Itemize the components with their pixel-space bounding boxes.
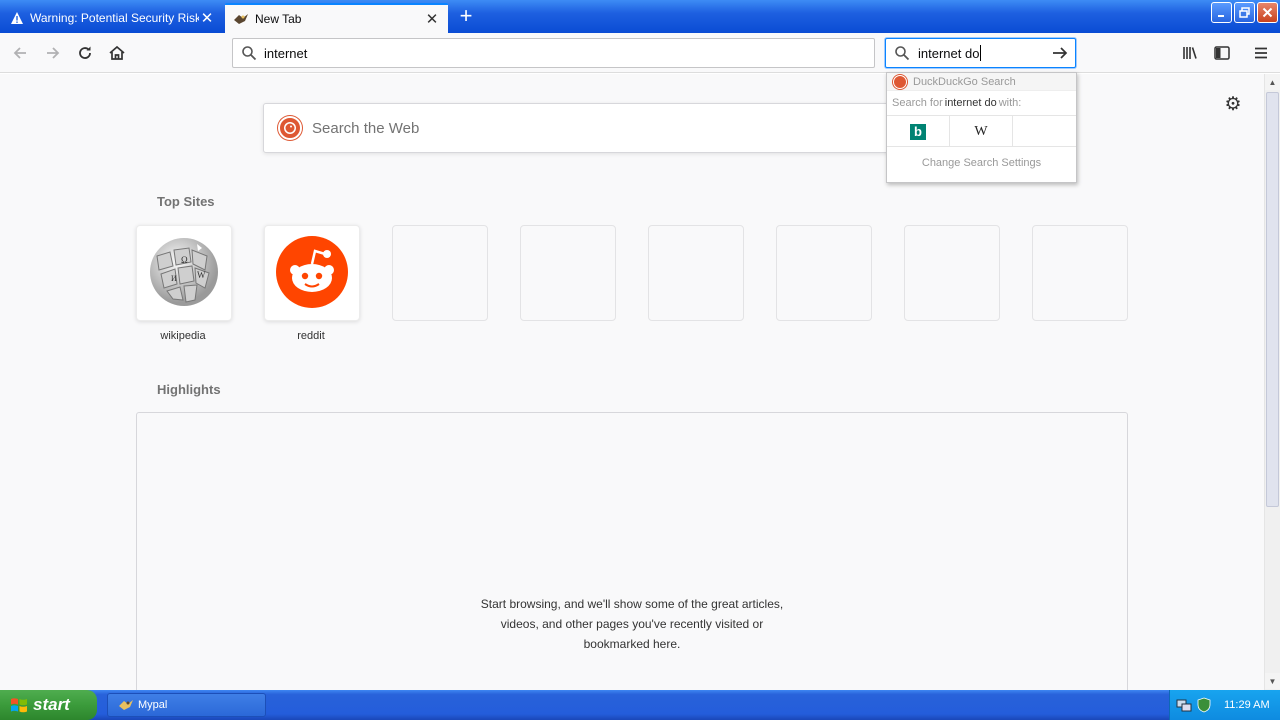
reload-icon: [79, 46, 91, 59]
reload-button[interactable]: [73, 41, 97, 65]
go-arrow-icon[interactable]: [1051, 44, 1069, 62]
top-site-empty: [392, 225, 488, 321]
minimize-button[interactable]: [1211, 2, 1232, 23]
top-site-empty: [1032, 225, 1128, 321]
tab-security-warning[interactable]: Warning: Potential Security Risk A ✕: [2, 3, 223, 33]
home-button[interactable]: [105, 41, 129, 65]
highlights-heading: Highlights: [157, 382, 221, 397]
top-site-empty: [520, 225, 616, 321]
scroll-up-icon[interactable]: ▲: [1265, 74, 1280, 90]
taskbar: start Mypal 11:29 AM: [0, 690, 1280, 720]
navigation-toolbar: internet internet do: [0, 33, 1280, 73]
library-icon: [1183, 47, 1197, 59]
message-line: bookmarked here.: [583, 637, 681, 651]
library-button[interactable]: [1178, 41, 1202, 65]
windows-flag-icon: [11, 698, 27, 713]
gear-icon[interactable]: ⚙: [1223, 95, 1243, 115]
duckduckgo-icon: [893, 74, 907, 89]
tab-title: Warning: Potential Security Risk A: [30, 11, 199, 25]
restore-icon: [1239, 7, 1250, 18]
bing-engine-button[interactable]: b: [887, 116, 950, 147]
reddit-icon: [276, 236, 348, 308]
message-line: videos, and other pages you've recently …: [500, 617, 764, 631]
search-suggestions-popup: DuckDuckGo Search Search for internet do…: [886, 72, 1077, 183]
back-arrow-icon: [13, 47, 26, 59]
tab-new-tab[interactable]: New Tab ✕: [225, 3, 448, 33]
window-controls: [1211, 2, 1278, 23]
top-site-label: wikipedia: [160, 330, 206, 342]
search-placeholder: Search the Web: [312, 119, 420, 137]
network-icon[interactable]: [1176, 697, 1192, 713]
close-icon[interactable]: ✕: [424, 11, 440, 28]
search-icon: [895, 46, 910, 61]
bing-icon: b: [910, 123, 926, 140]
taskbar-item-label: Mypal: [138, 699, 168, 711]
close-window-button[interactable]: [1257, 2, 1278, 23]
clock: 11:29 AM: [1224, 699, 1270, 711]
url-bar[interactable]: internet: [232, 38, 875, 68]
scrollbar-thumb[interactable]: [1266, 92, 1279, 507]
url-input-text: internet: [264, 45, 308, 61]
top-site-empty: [648, 225, 744, 321]
highlights-panel: Start browsing, and we'll show some of t…: [136, 412, 1128, 690]
mypal-icon: [234, 14, 248, 24]
duck-icon: [284, 122, 296, 134]
vertical-scrollbar[interactable]: ▲ ▼: [1264, 74, 1280, 690]
wikipedia-icon: W: [974, 123, 988, 139]
scroll-down-icon[interactable]: ▼: [1265, 673, 1280, 689]
minimize-icon: [1217, 14, 1224, 17]
search-for-prefix: Search for: [892, 97, 943, 109]
security-shield-icon[interactable]: [1196, 697, 1212, 713]
wikipedia-globe-icon: Ω W И: [150, 238, 218, 306]
forward-arrow-icon: [47, 47, 60, 59]
restore-button[interactable]: [1234, 2, 1255, 23]
new-tab-button[interactable]: +: [454, 5, 478, 28]
search-icon: [242, 46, 257, 61]
highlights-empty-message: Start browsing, and we'll show some of t…: [137, 594, 1127, 654]
tab-title: New Tab: [255, 12, 302, 26]
close-icon[interactable]: ✕: [199, 10, 215, 27]
top-site-reddit[interactable]: [264, 225, 360, 321]
home-icon: [109, 45, 125, 60]
system-tray: 11:29 AM: [1169, 690, 1280, 720]
menu-button[interactable]: [1249, 41, 1273, 65]
forward-button[interactable]: [41, 41, 65, 65]
wikipedia-engine-button[interactable]: W: [950, 116, 1013, 147]
hamburger-menu-icon: [1255, 47, 1267, 59]
svg-text:И: И: [171, 274, 177, 283]
back-button[interactable]: [8, 41, 32, 65]
search-for-suffix: with:: [998, 97, 1022, 109]
search-for-line: Search for internet do with:: [887, 91, 1076, 115]
svg-text:W: W: [197, 270, 206, 280]
warning-icon: [11, 12, 23, 24]
sidebar-button[interactable]: [1210, 41, 1234, 65]
svg-text:Ω: Ω: [181, 255, 188, 265]
message-line: Start browsing, and we'll show some of t…: [480, 597, 784, 611]
mypal-icon: [119, 700, 133, 710]
top-site-label: reddit: [297, 330, 325, 342]
start-button[interactable]: start: [0, 690, 97, 720]
close-icon: [1262, 7, 1273, 18]
top-site-empty: [776, 225, 872, 321]
taskbar-item-mypal[interactable]: Mypal: [107, 693, 266, 717]
search-bar[interactable]: internet do: [885, 38, 1076, 68]
top-sites-heading: Top Sites: [157, 194, 215, 209]
change-search-settings-button[interactable]: Change Search Settings: [887, 147, 1076, 179]
search-term: internet do: [944, 97, 997, 109]
tab-strip: Warning: Potential Security Risk A ✕ New…: [0, 0, 1280, 33]
sidebar-icon: [1214, 46, 1230, 60]
engine-name: DuckDuckGo Search: [913, 75, 1016, 88]
duckduckgo-icon: [278, 116, 302, 140]
top-site-wikipedia[interactable]: Ω W И: [136, 225, 232, 321]
top-site-empty: [904, 225, 1000, 321]
search-input-text: internet do: [918, 45, 980, 61]
one-off-engines: b W: [887, 115, 1076, 147]
current-engine-header: DuckDuckGo Search: [887, 73, 1076, 91]
start-label: start: [33, 695, 70, 714]
text-cursor: [980, 45, 982, 61]
